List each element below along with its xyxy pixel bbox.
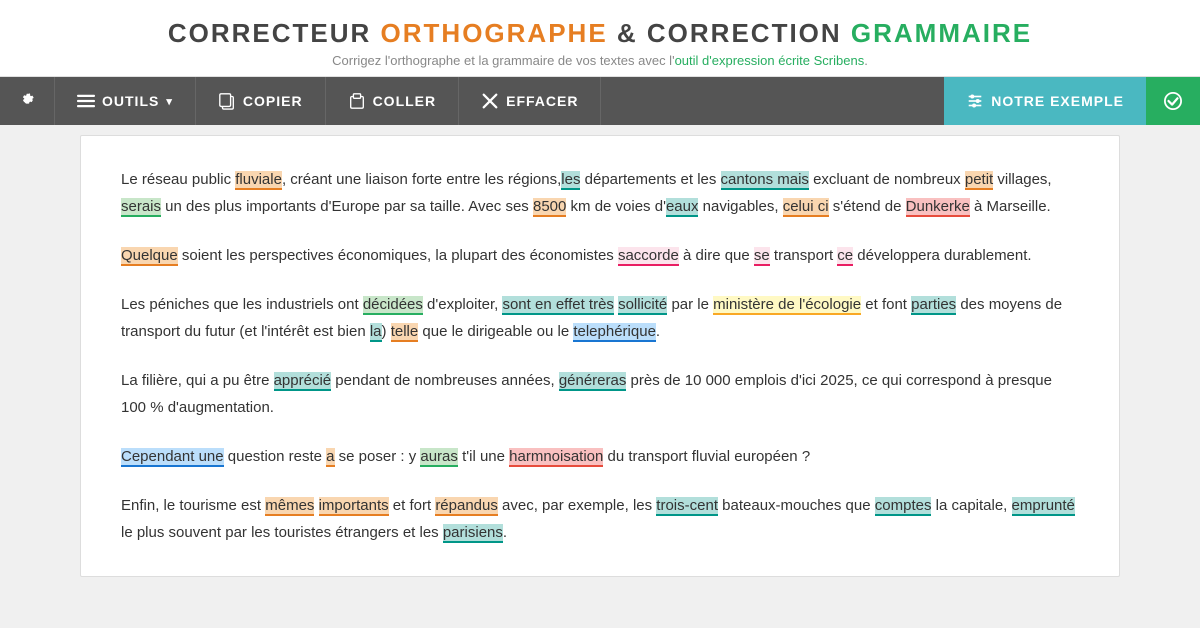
highlight-apprecie: apprécié [274, 372, 332, 391]
text-area[interactable]: Le réseau public fluviale, créant une li… [80, 135, 1120, 577]
highlight-quelque: Quelque [121, 247, 178, 266]
outils-label: OUTILS [102, 93, 159, 109]
outils-button[interactable]: OUTILS ▾ [55, 77, 196, 125]
notre-exemple-label: NOTRE EXEMPLE [991, 93, 1124, 109]
highlight-decidees: décidées [363, 296, 423, 315]
effacer-button[interactable]: EFFACER [459, 77, 601, 125]
title-green: GRAMMAIRE [851, 18, 1032, 48]
close-icon [481, 92, 499, 110]
coller-label: COLLER [373, 93, 437, 109]
site-header: CORRECTEUR ORTHOGRAPHE & CORRECTION GRAM… [0, 0, 1200, 77]
highlight-emprunte: emprunté [1012, 497, 1075, 516]
toolbar: OUTILS ▾ COPIER COLLER EFFACER NOTRE EXE… [0, 77, 1200, 125]
highlight-parties: parties [911, 296, 956, 315]
highlight-la: la [370, 323, 382, 342]
paragraph-3: Les péniches que les industriels ont déc… [121, 291, 1079, 345]
highlight-importants: importants [319, 497, 389, 516]
highlight-serais: serais [121, 198, 161, 217]
paragraph-1: Le réseau public fluviale, créant une li… [121, 166, 1079, 220]
highlight-comptes: comptes [875, 497, 932, 516]
title-orange: ORTHOGRAPHE [381, 18, 608, 48]
highlight-genereras: généreras [559, 372, 627, 391]
sliders-icon [966, 92, 984, 110]
highlight-telephérique: telephérique [573, 323, 656, 342]
settings-icon [18, 92, 36, 110]
highlight-ce: ce [837, 247, 853, 266]
highlight-harmnoisation: harmnoisation [509, 448, 603, 467]
highlight-parisiens: parisiens [443, 524, 503, 543]
highlight-auras: auras [420, 448, 458, 467]
highlight-dunkerke: Dunkerke [906, 198, 970, 217]
site-subtitle: Corrigez l'orthographe et la grammaire d… [0, 53, 1200, 68]
paragraph-2: Quelque soient les perspectives économiq… [121, 242, 1079, 269]
highlight-sont-en-effet-tres: sont en effet très [502, 296, 613, 315]
paragraph-4: La filière, qui a pu être apprécié penda… [121, 367, 1079, 421]
highlight-trois-cent: trois-cent [656, 497, 718, 516]
highlight-petit: petit [965, 171, 993, 190]
highlight-fluviale: fluviale [235, 171, 282, 190]
scribens-link[interactable]: outil d'expression écrite Scribens [675, 53, 865, 68]
paragraph-5: Cependant une question reste a se poser … [121, 443, 1079, 470]
copier-button[interactable]: COPIER [196, 77, 326, 125]
notre-exemple-button[interactable]: NOTRE EXEMPLE [944, 77, 1146, 125]
main-container: Le réseau public fluviale, créant une li… [0, 125, 1200, 625]
highlight-les: les [561, 171, 580, 190]
highlight-se: se [754, 247, 770, 266]
highlight-celui-ci: celui ci [783, 198, 829, 217]
checkmark-icon [1164, 92, 1182, 110]
highlight-a: a [326, 448, 334, 467]
highlight-8500: 8500 [533, 198, 566, 217]
highlight-memes: mêmes [265, 497, 314, 516]
highlight-cantons-mais: cantons mais [721, 171, 809, 190]
effacer-label: EFFACER [506, 93, 578, 109]
site-title: CORRECTEUR ORTHOGRAPHE & CORRECTION GRAM… [0, 18, 1200, 49]
paste-icon [348, 92, 366, 110]
chevron-down-icon: ▾ [166, 95, 173, 108]
check-button[interactable] [1146, 77, 1200, 125]
highlight-eaux: eaux [666, 198, 699, 217]
highlight-ministere: ministère de l'écologie [713, 296, 861, 315]
highlight-saccorde: saccorde [618, 247, 679, 266]
paragraph-6: Enfin, le tourisme est mêmes importants … [121, 492, 1079, 546]
highlight-repandus: répandus [435, 497, 498, 516]
menu-icon [77, 92, 95, 110]
copy-icon [218, 92, 236, 110]
highlight-cependant-une: Cependant une [121, 448, 224, 467]
highlight-telle: telle [391, 323, 419, 342]
settings-button[interactable] [0, 77, 55, 125]
title-before: CORRECTEUR [168, 18, 381, 48]
coller-button[interactable]: COLLER [326, 77, 460, 125]
highlight-sollicite: sollicité [618, 296, 667, 315]
title-mid: & CORRECTION [608, 18, 851, 48]
copier-label: COPIER [243, 93, 303, 109]
